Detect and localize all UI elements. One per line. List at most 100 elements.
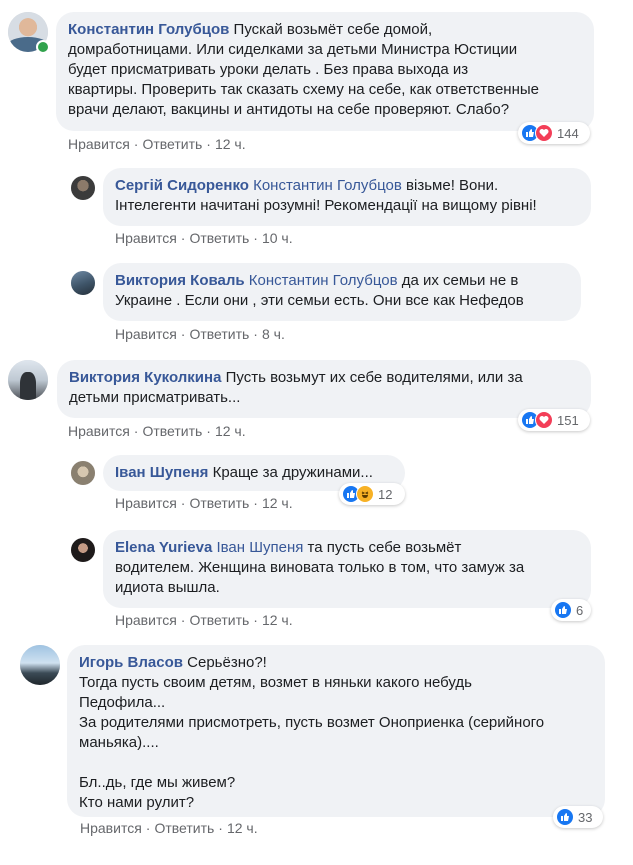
timestamp[interactable]: 12 ч. [262,495,293,511]
comment-author[interactable]: Игорь Власов [79,654,183,671]
reaction-summary[interactable]: 6 [551,599,591,621]
like-link[interactable]: Нравится [68,423,130,439]
reaction-count: 33 [578,809,593,825]
comment-bubble: Сергій Сидоренко Константин Голубцов віз… [103,168,591,226]
like-link[interactable]: Нравится [115,612,177,628]
like-link[interactable]: Нравится [68,136,130,152]
reply-link[interactable]: Ответить [142,136,202,152]
avatar[interactable] [8,360,48,400]
reaction-summary[interactable]: 151 [518,409,590,431]
comment-author[interactable]: Сергій Сидоренко [115,177,249,194]
comment-bubble: Игорь Власов Серьёзно?! Тогда пусть свои… [67,645,605,817]
comment-bubble: Elena Yurieva Іван Шупеня та пусть себе … [103,530,591,608]
mention-link[interactable]: Іван Шупеня [216,539,303,556]
comment-bubble: Виктория Куколкина Пусть возьмут их себе… [57,360,591,418]
timestamp[interactable]: 12 ч. [215,136,246,152]
comment-actions: Нравится · Ответить · 12 ч. [68,136,246,152]
comment-text-line: Педофила... [79,694,166,711]
comment-actions: Нравится · Ответить · 12 ч. [68,423,246,439]
reaction-count: 6 [576,602,584,618]
separator: · [145,820,151,836]
mention-link[interactable]: Константин Голубцов [253,177,402,194]
avatar[interactable] [20,645,60,685]
separator: · [253,326,258,342]
avatar[interactable] [71,461,95,485]
comment-text-line: Пусть возьмут их себе водителями, или за [225,369,523,386]
reaction-count: 144 [557,125,579,141]
comment-text-line: квартиры. Проверить так сказать схему на… [68,81,539,98]
comment-text-line: Серьёзно?! [187,654,267,671]
timestamp[interactable]: 12 ч. [262,612,293,628]
comment-text-line: Бл..дь, где мы живем? [79,774,236,791]
comment-text-line: Пускай возьмёт себе домой, [233,21,433,38]
reaction-count: 12 [378,486,393,502]
like-icon [556,808,574,826]
separator: · [218,820,223,836]
timestamp[interactable]: 12 ч. [215,423,246,439]
reply-link[interactable]: Ответить [189,326,249,342]
like-link[interactable]: Нравится [80,820,142,836]
reply-link[interactable]: Ответить [142,423,202,439]
comment-author[interactable]: Виктория Куколкина [69,369,221,386]
separator: · [253,495,258,511]
reaction-summary[interactable]: 12 [339,483,405,505]
comment-bubble: Виктория Коваль Константин Голубцов да и… [103,263,581,321]
comment-author[interactable]: Виктория Коваль [115,272,245,289]
love-icon [535,124,553,142]
comment-bubble: Константин Голубцов Пускай возьмёт себе … [56,12,594,131]
timestamp[interactable]: 10 ч. [262,230,293,246]
comment-text-line: За родителями присмотреть, пусть возмет … [79,714,545,731]
comment-text-line: врачи делают, вакцины и антидоты на себе… [68,101,510,118]
like-link[interactable]: Нравится [115,326,177,342]
comment-actions: Нравится · Ответить · 12 ч. [115,612,293,628]
comment-text-line: Украине . Если они , эти семьи есть. Они… [115,292,524,309]
separator: · [206,423,211,439]
avatar[interactable] [71,271,95,295]
avatar[interactable] [71,176,95,200]
comment-author[interactable]: Константин Голубцов [68,21,229,38]
comment-text-line: идиота вышла. [115,579,220,596]
separator: · [133,136,139,152]
reaction-summary[interactable]: 33 [553,806,603,828]
reply-link[interactable]: Ответить [154,820,214,836]
separator: · [180,495,186,511]
reply-link[interactable]: Ответить [189,612,249,628]
separator: · [133,423,139,439]
reply-link[interactable]: Ответить [189,495,249,511]
reaction-summary[interactable]: 144 [518,122,590,144]
separator: · [253,230,258,246]
separator: · [206,136,211,152]
separator: · [180,230,186,246]
comment-text-line: детьми присматривать... [69,389,241,406]
comment-text-line: Інтелегенти начитані розумні! Рекомендац… [115,197,537,214]
separator: · [180,326,186,342]
like-link[interactable]: Нравится [115,230,177,246]
comment-text-line: будет присматривать уроки делать . Без п… [68,61,469,78]
comment-actions: Нравится · Ответить · 12 ч. [80,820,258,836]
comment-text-line: маньяка).... [79,734,159,751]
haha-icon [356,485,374,503]
comment-text-line: водителем. Женщина виновата только в том… [115,559,525,576]
timestamp[interactable]: 12 ч. [227,820,258,836]
comment-text-line: Краще за дружинами... [212,464,373,481]
avatar[interactable] [71,538,95,562]
comment-author[interactable]: Іван Шупеня [115,464,208,481]
like-icon [554,601,572,619]
comment-text-line: візьме! Вони. [406,177,499,194]
comment-text-line: да их семьи не в [401,272,519,289]
comment-author[interactable]: Elena Yurieva [115,539,212,556]
separator: · [180,612,186,628]
comment-text-line: Кто нами рулит? [79,794,195,811]
reaction-count: 151 [557,412,579,428]
comment-text-line: та пусть себе возьмёт [307,539,462,556]
love-icon [535,411,553,429]
comment-actions: Нравится · Ответить · 8 ч. [115,326,285,342]
timestamp[interactable]: 8 ч. [262,326,285,342]
reply-link[interactable]: Ответить [189,230,249,246]
like-link[interactable]: Нравится [115,495,177,511]
mention-link[interactable]: Константин Голубцов [249,272,398,289]
comment-actions: Нравится · Ответить · 10 ч. [115,230,293,246]
separator: · [253,612,258,628]
comment-actions: Нравится · Ответить · 12 ч. [115,495,293,511]
comment-text-line: Тогда пусть своим детям, возмет в няньки… [79,674,472,691]
